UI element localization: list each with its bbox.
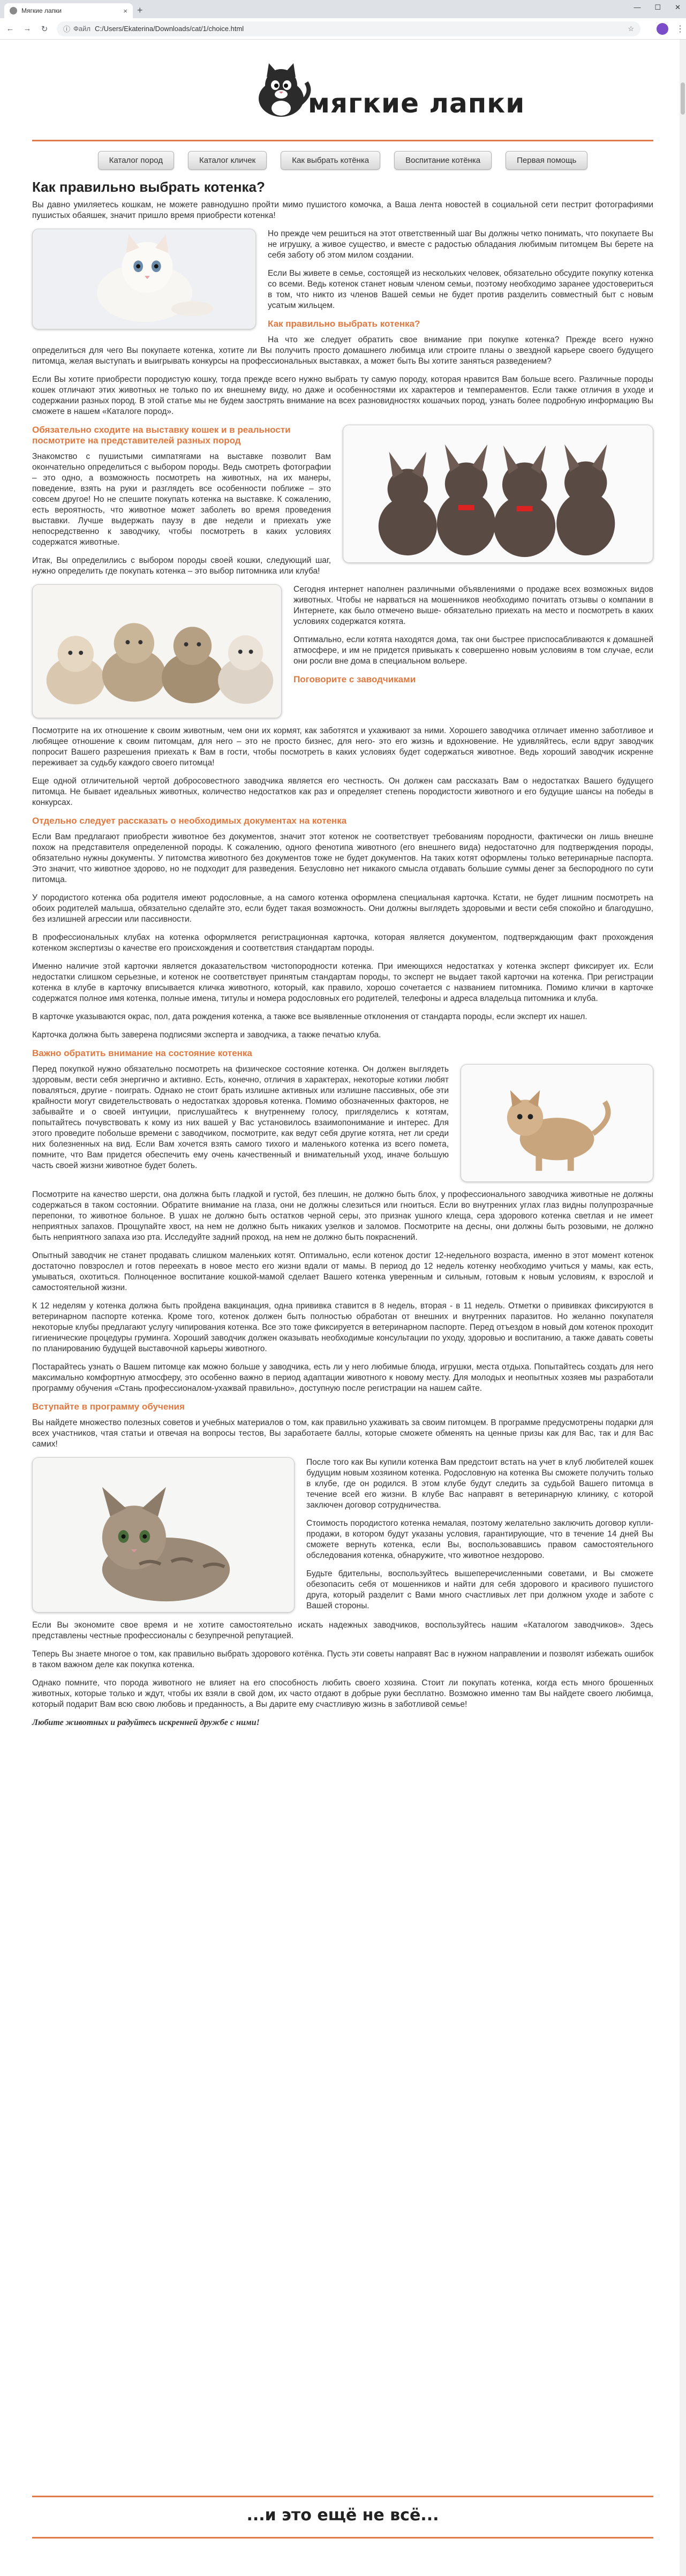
- site-header: мягкие лапки: [32, 56, 653, 141]
- profile-avatar[interactable]: [657, 22, 668, 35]
- nav-upbringing[interactable]: Воспитание котёнка: [394, 151, 492, 170]
- close-tab-icon[interactable]: ×: [123, 7, 127, 15]
- para-breeder-honesty: Еще одной отличительной чертой добросове…: [32, 777, 653, 807]
- nav-breeds[interactable]: Каталог пород: [97, 151, 174, 170]
- para-docs-6: Карточка должна быть заверена подписями …: [32, 1030, 381, 1040]
- para-adopt: Однако помните, что порода животного не …: [32, 1678, 653, 1709]
- para-health-2: Посмотрите на качество шерсти, она должн…: [32, 1190, 653, 1242]
- page-title: Как правильно выбрать котенка?: [32, 179, 265, 195]
- maximize-button[interactable]: ☐: [654, 3, 661, 12]
- tab-title: Мягкие лапки: [21, 7, 62, 14]
- para-docs-3: В профессиональных клубах на котенка офо…: [32, 933, 653, 953]
- menu-icon[interactable]: ⋮: [676, 24, 684, 34]
- tabby-kitten-photo: [32, 1457, 295, 1613]
- back-button[interactable]: ←: [3, 24, 17, 33]
- nav-choose-kitten[interactable]: Как выбрать котёнка: [281, 151, 381, 170]
- info-icon[interactable]: ⓘ: [63, 24, 70, 34]
- article-intro: Вы давно умиляетесь кошкам, не можете ра…: [32, 200, 653, 220]
- scrollbar[interactable]: [680, 40, 686, 2576]
- sphynx-cats-photo: [343, 425, 653, 563]
- url-field[interactable]: ⓘ Файл C:/Users/Ekaterina/Downloads/cat/…: [57, 21, 640, 36]
- para-breeder-attitude: Посмотрите на их отношение к своим живот…: [32, 726, 653, 767]
- minimize-button[interactable]: —: [634, 3, 640, 12]
- para-docs-4: Именно наличие этой карточки является до…: [32, 962, 653, 1003]
- para-breeders-catalog: Если Вы экономите свое время и не хотите…: [32, 1621, 653, 1640]
- para-breed: Если Вы хотите приобрести породистую кош…: [32, 375, 653, 416]
- reload-button[interactable]: ↻: [37, 24, 51, 34]
- window-controls: — ☐ ✕: [634, 3, 681, 12]
- para-program: Вы найдете множество полезных советов и …: [32, 1418, 653, 1449]
- white-kitten-photo: [32, 229, 256, 329]
- browser-tab-bar: Мягкие лапки × + — ☐ ✕: [0, 0, 686, 18]
- favicon-icon: [10, 7, 17, 14]
- scrollbar-thumb[interactable]: [681, 82, 685, 115]
- page: мягкие лапки Каталог пород Каталог кличе…: [32, 56, 653, 1728]
- para-docs-5: В карточке указываются окрас, пол, дата …: [32, 1012, 587, 1021]
- heading-program: Вступайте в программу обучения: [32, 1402, 185, 1412]
- para-vaccination: К 12 неделям у котенка должна быть пройд…: [32, 1301, 653, 1353]
- closing-line: Любите животных и радуйтесь искренней др…: [32, 1718, 260, 1727]
- para-age: Опытный заводчик не станет продавать сли…: [32, 1251, 653, 1292]
- browser-tab[interactable]: Мягкие лапки ×: [4, 3, 133, 18]
- forward-button[interactable]: →: [20, 24, 34, 33]
- address-bar: ← → ↻ ⓘ Файл C:/Users/Ekaterina/Download…: [0, 18, 686, 40]
- heading-documents: Отдельно следует рассказать о необходимы…: [32, 816, 347, 826]
- more-banner: ...и это ещё не всё...: [32, 2496, 653, 2539]
- nav-names[interactable]: Каталог кличек: [187, 151, 267, 170]
- main-nav: Каталог пород Каталог кличек Как выбрать…: [32, 151, 653, 170]
- kittens-group-photo: [32, 584, 282, 718]
- file-label: Файл: [73, 25, 91, 33]
- new-tab-button[interactable]: +: [137, 5, 143, 16]
- para-docs-1: Если Вам предлагают приобрести животное …: [32, 832, 653, 884]
- star-icon[interactable]: ☆: [628, 25, 634, 33]
- walking-kitten-photo: [461, 1064, 653, 1182]
- para-docs-2: У породистого котенка оба родителя имеют…: [32, 893, 653, 924]
- close-window-button[interactable]: ✕: [675, 3, 681, 12]
- heading-health: Важно обратить внимание на состояние кот…: [32, 1048, 252, 1058]
- site-logo-text[interactable]: мягкие лапки: [308, 88, 525, 119]
- url-text[interactable]: C:/Users/Ekaterina/Downloads/cat/1/choic…: [95, 25, 244, 33]
- nav-first-aid[interactable]: Первая помощь: [506, 151, 588, 170]
- cat-logo-icon: [259, 63, 311, 117]
- para-purpose: На что же следует обратить свое внимание…: [32, 335, 653, 366]
- para-comfort: Постарайтесь узнать о Вашем питомце как …: [32, 1362, 653, 1393]
- article: Как правильно выбрать котенка? Вы давно …: [32, 179, 653, 1728]
- para-summary: Теперь Вы знаете многое о том, как прави…: [32, 1649, 653, 1669]
